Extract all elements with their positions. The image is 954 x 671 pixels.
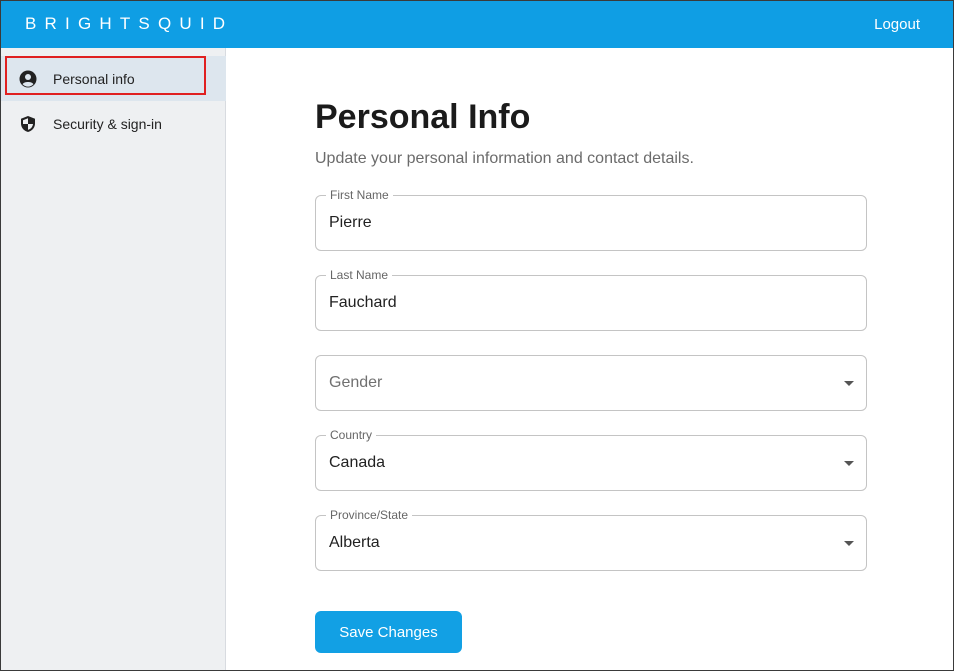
sidebar-item-personal-info[interactable]: Personal info <box>1 56 226 101</box>
country-select[interactable]: Country Canada <box>315 428 867 491</box>
account-circle-icon <box>19 70 37 88</box>
app-window: BRIGHTSQUID Logout Personal info Securit… <box>0 0 954 671</box>
sidebar: Personal info Security & sign-in <box>1 48 226 670</box>
top-bar: BRIGHTSQUID Logout <box>1 1 953 48</box>
province-label: Province/State <box>326 508 413 522</box>
chevron-down-icon[interactable] <box>844 381 854 386</box>
logout-button[interactable]: Logout <box>874 15 920 35</box>
sidebar-item-security[interactable]: Security & sign-in <box>1 101 226 146</box>
chevron-down-icon[interactable] <box>844 461 854 466</box>
province-value: Alberta <box>329 534 380 551</box>
first-name-input[interactable]: Pierre <box>329 213 829 233</box>
country-value: Canada <box>329 454 386 471</box>
first-name-field[interactable]: First Name Pierre <box>315 188 867 251</box>
save-changes-button[interactable]: Save Changes <box>315 611 462 653</box>
shield-icon <box>19 115 37 133</box>
logo-text: BRIGHTSQUID <box>25 14 234 33</box>
chevron-down-icon[interactable] <box>844 541 854 546</box>
gender-placeholder: Gender <box>329 374 383 391</box>
country-label: Country <box>326 428 377 442</box>
first-name-label: First Name <box>326 188 393 202</box>
sidebar-item-label: Security & sign-in <box>53 115 162 132</box>
page-subtitle: Update your personal information and con… <box>315 150 694 167</box>
province-select[interactable]: Province/State Alberta <box>315 508 867 571</box>
last-name-field[interactable]: Last Name Fauchard <box>315 268 867 331</box>
main-content: Personal Info Update your personal infor… <box>227 48 953 670</box>
page-title: Personal Info <box>315 98 531 136</box>
brightsquid-logo[interactable]: BRIGHTSQUID <box>25 12 233 36</box>
last-name-input[interactable]: Fauchard <box>329 293 829 313</box>
last-name-label: Last Name <box>326 268 393 282</box>
gender-select[interactable]: Gender <box>315 355 867 411</box>
sidebar-item-label: Personal info <box>53 70 135 87</box>
